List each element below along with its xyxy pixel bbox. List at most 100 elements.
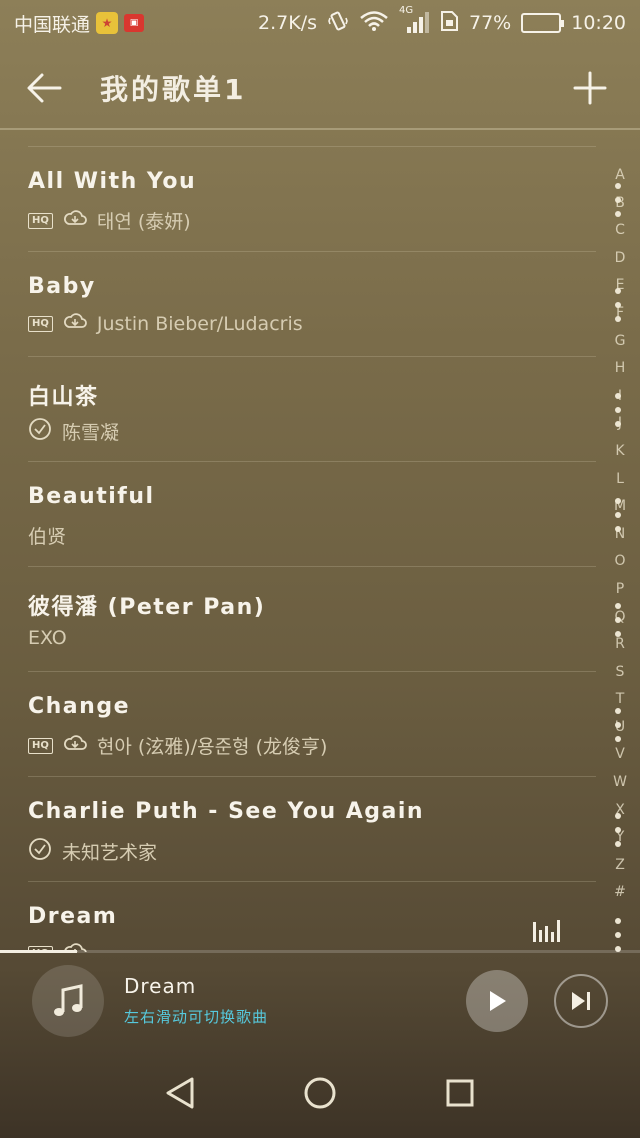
alphabet-letter[interactable]: J [618, 410, 622, 438]
album-cover[interactable] [32, 964, 104, 1037]
now-playing-title: Dream [124, 974, 197, 998]
cloud-download-icon [63, 734, 87, 757]
news-app-icon: ▣ [124, 14, 145, 32]
play-button[interactable] [466, 969, 528, 1032]
plus-icon [573, 71, 607, 105]
alphabet-letter[interactable]: G [615, 328, 626, 356]
alphabet-letter[interactable]: L [616, 466, 624, 494]
carrier-group: 中国联通 ★ ▣ [14, 10, 145, 37]
nav-home-button[interactable] [296, 1069, 344, 1117]
song-artist: 현아 (泫雅)/용준형 (龙俊亨) [96, 736, 328, 758]
carrier-name: 中国联通 [14, 13, 91, 36]
song-title: Baby [28, 274, 96, 299]
cloud-download-icon [63, 312, 87, 335]
circle-home-icon [304, 1077, 336, 1109]
alphabet-letter[interactable]: F [616, 300, 624, 328]
status-right: 2.7K/s 4G 77% 10:20 [258, 5, 626, 37]
song-row[interactable]: Change HQ 현아 (泫雅)/용준형 (龙俊亨) [28, 671, 621, 776]
next-button[interactable] [554, 973, 608, 1028]
cloud-download-icon [63, 209, 87, 232]
sim-icon [439, 10, 459, 37]
song-row[interactable]: All With You HQ 태연 (泰妍) [28, 146, 621, 251]
song-meta: 未知艺术家 [28, 837, 157, 866]
top-bar: 我的歌单1 [0, 46, 640, 130]
alphabet-letter[interactable]: S [616, 659, 625, 687]
check-circle-icon [28, 837, 52, 866]
skip-next-icon [572, 991, 590, 1010]
song-row[interactable]: 白山茶陈雪凝 [28, 356, 621, 461]
triangle-back-icon [166, 1077, 194, 1109]
song-artist: Justin Bieber/Ludacris [96, 312, 303, 335]
song-row[interactable]: Beautiful 伯贤 [28, 461, 621, 566]
alphabet-letter[interactable]: I [618, 383, 622, 411]
check-circle-icon [28, 417, 52, 446]
song-row[interactable]: DreamHQ [28, 881, 621, 952]
alphabet-letter[interactable]: K [615, 438, 624, 466]
alphabet-letter[interactable]: B [615, 190, 625, 218]
page-title: 我的歌单1 [100, 73, 247, 106]
alphabet-letter[interactable]: P [616, 576, 624, 604]
play-icon [490, 990, 506, 1011]
add-button[interactable] [566, 64, 614, 112]
song-row[interactable]: Baby HQ Justin Bieber/Ludacris [28, 251, 621, 356]
alphabet-letter[interactable]: Y [616, 824, 625, 852]
nav-recent-button[interactable] [436, 1069, 484, 1117]
alphabet-letter[interactable]: U [615, 714, 625, 742]
wifi-icon [359, 10, 389, 37]
song-meta: EXO [28, 627, 67, 649]
network-speed: 2.7K/s [258, 12, 317, 34]
equalizer-icon [533, 920, 560, 942]
header-divider [0, 128, 640, 130]
alphabet-index[interactable]: A B C D E F G H I J K L M N O P Q R S T U V W X Y Z # [613, 162, 627, 907]
song-artist: 未知艺术家 [62, 842, 158, 864]
song-list[interactable]: All With You HQ 태연 (泰妍) Baby HQ Justin Bieber… [0, 146, 640, 952]
hq-badge: HQ [28, 212, 53, 229]
alphabet-letter[interactable]: A [615, 162, 625, 190]
hq-badge: HQ [28, 315, 53, 332]
song-title: Dream [28, 904, 118, 929]
song-title: Change [28, 694, 130, 719]
song-meta: HQ 현아 (泫雅)/용준형 (龙俊亨) [28, 732, 327, 759]
song-meta: HQ Justin Bieber/Ludacris [28, 312, 303, 335]
alphabet-letter[interactable]: # [614, 879, 626, 907]
song-artist: EXO [28, 627, 67, 649]
song-meta: HQ 태연 (泰妍) [28, 207, 191, 234]
mini-player[interactable]: Dream 左右滑动可切换歌曲 [0, 953, 640, 1048]
alphabet-letter[interactable]: E [616, 272, 625, 300]
song-artist: 陈雪凝 [62, 422, 120, 444]
back-button[interactable] [26, 64, 74, 112]
alphabet-letter[interactable]: H [615, 355, 626, 383]
song-row[interactable]: 彼得潘 (Peter Pan) EXO [28, 566, 621, 671]
alphabet-letter[interactable]: M [614, 493, 626, 521]
song-artist: 伯贤 [28, 526, 67, 548]
alphabet-letter[interactable]: C [615, 217, 625, 245]
clock: 10:20 [571, 12, 626, 34]
vibrate-icon [327, 10, 349, 37]
signal-icon: 4G [399, 5, 429, 35]
alphabet-letter[interactable]: Q [614, 604, 625, 632]
music-note-icon [54, 983, 83, 1016]
alphabet-letter[interactable]: D [615, 245, 626, 273]
vertical-dots-icon [615, 918, 621, 924]
square-recent-icon [446, 1079, 474, 1107]
song-title: Beautiful [28, 484, 155, 509]
alphabet-letter[interactable]: Z [615, 852, 625, 880]
alphabet-letter[interactable]: T [616, 686, 625, 714]
song-row[interactable]: Charlie Puth - See You Again 未知艺术家 [28, 776, 621, 881]
song-artist: 태연 (泰妍) [96, 211, 191, 233]
alphabet-letter[interactable]: N [615, 521, 625, 549]
alphabet-letter[interactable]: O [614, 548, 625, 576]
arrow-left-icon [27, 73, 62, 103]
alphabet-letter[interactable]: R [615, 631, 625, 659]
song-title: Charlie Puth - See You Again [28, 799, 425, 824]
alphabet-letter[interactable]: W [613, 769, 627, 797]
nav-back-button[interactable] [156, 1069, 204, 1117]
song-title: All With You [28, 169, 197, 194]
more-options-button[interactable] [612, 918, 624, 952]
song-title: 白山茶 [28, 385, 99, 410]
alphabet-letter[interactable]: V [615, 741, 625, 769]
swipe-hint: 左右滑动可切换歌曲 [124, 1008, 269, 1026]
alphabet-letter[interactable]: X [615, 797, 625, 825]
song-meta: 伯贤 [28, 522, 66, 549]
system-nav-bar [0, 1048, 640, 1138]
